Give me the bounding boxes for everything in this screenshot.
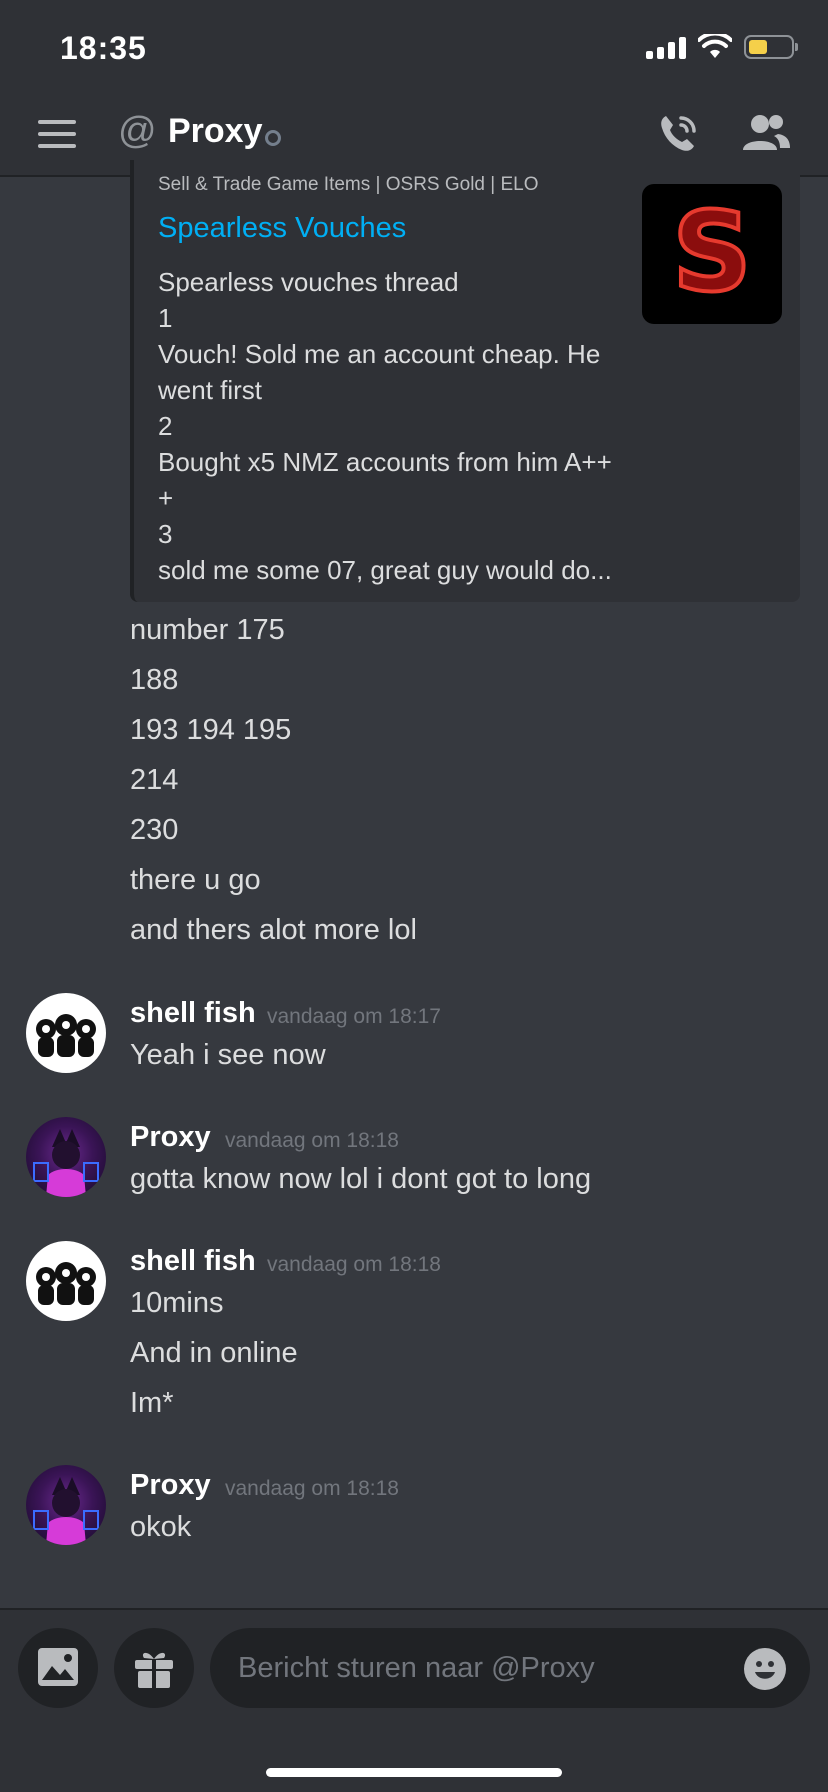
message-author[interactable]: Proxy — [130, 1121, 211, 1154]
embed-thumbnail[interactable]: S — [642, 184, 782, 324]
status-icons — [646, 34, 798, 60]
dm-title: Proxy — [168, 112, 263, 150]
embed-desc-line: 1 — [158, 303, 173, 333]
message-author[interactable]: shell fish — [130, 997, 256, 1030]
message-line[interactable]: 10mins — [130, 1287, 224, 1320]
embed-description: Spearless vouches thread 1 Vouch! Sold m… — [158, 264, 628, 588]
message-line[interactable]: 188 — [130, 664, 178, 697]
hamburger-menu-icon[interactable] — [38, 120, 76, 156]
embed-desc-line: went first — [158, 375, 263, 405]
embed-desc-line: 2 — [158, 411, 173, 441]
embed-desc-line: Spearless vouches thread — [158, 267, 459, 297]
wifi-icon — [698, 34, 732, 58]
image-upload-button[interactable] — [18, 1628, 98, 1708]
message-line[interactable]: 193 194 195 — [130, 714, 291, 747]
embed-provider: Sell & Trade Game Items | OSRS Gold | EL… — [158, 174, 539, 195]
embed-desc-line: sold me some 07, great guy would do... — [158, 555, 612, 585]
avatar[interactable] — [26, 1465, 106, 1545]
embed-desc-line: 3 — [158, 519, 173, 549]
message-line[interactable]: and thers alot more lol — [130, 914, 417, 947]
s-logo-image: S — [670, 186, 753, 318]
message-timestamp: vandaag om 18:18 — [225, 1129, 399, 1152]
message-line[interactable]: 230 — [130, 814, 178, 847]
embed-desc-line: Vouch! Sold me an account cheap. He — [158, 339, 601, 369]
message-composer — [0, 1608, 828, 1792]
avatar[interactable] — [26, 1241, 106, 1321]
message-line[interactable]: okok — [130, 1511, 191, 1544]
gift-icon — [135, 1652, 173, 1688]
message-line[interactable]: number 175 — [130, 614, 285, 647]
message-author[interactable]: Proxy — [130, 1469, 211, 1502]
avatar[interactable] — [26, 1117, 106, 1197]
message-line[interactable]: 214 — [130, 764, 178, 797]
status-bar: 18:35 — [0, 0, 828, 92]
message-line[interactable]: gotta know now lol i dont got to long — [130, 1163, 591, 1196]
proxy-avatar-icon — [33, 1129, 99, 1197]
proxy-avatar-icon — [33, 1477, 99, 1545]
message-line[interactable]: Im* — [130, 1387, 174, 1420]
phone-call-icon[interactable] — [654, 110, 702, 158]
members-icon[interactable] — [740, 110, 792, 158]
avatar[interactable] — [26, 993, 106, 1073]
home-indicator — [266, 1768, 562, 1777]
image-upload-icon — [38, 1648, 78, 1686]
embed-desc-line: Bought x5 NMZ accounts from him A++ — [158, 447, 612, 477]
message-line[interactable]: And in online — [130, 1337, 298, 1370]
message-author[interactable]: shell fish — [130, 1245, 256, 1278]
emoji-icon[interactable] — [744, 1648, 786, 1690]
gift-button[interactable] — [114, 1628, 194, 1708]
embed-title-link[interactable]: Spearless Vouches — [158, 212, 406, 245]
message-timestamp: vandaag om 18:18 — [267, 1253, 441, 1276]
embed-desc-line: + — [158, 483, 174, 513]
message-timestamp: vandaag om 18:17 — [267, 1005, 441, 1028]
offline-status-icon — [265, 130, 281, 146]
cellular-signal-icon — [646, 35, 686, 59]
at-icon: @ — [118, 110, 157, 152]
link-embed[interactable]: Sell & Trade Game Items | OSRS Gold | EL… — [130, 160, 800, 602]
message-input[interactable] — [210, 1628, 810, 1708]
battery-icon — [744, 35, 798, 59]
message-line[interactable]: Yeah i see now — [130, 1039, 326, 1072]
message-line[interactable]: there u go — [130, 864, 261, 897]
message-timestamp: vandaag om 18:18 — [225, 1477, 399, 1500]
thumbnail-letter: S — [672, 188, 751, 316]
clock: 18:35 — [60, 30, 147, 66]
three-monkeys-avatar-icon — [36, 1262, 96, 1305]
three-monkeys-avatar-icon — [36, 1014, 96, 1057]
